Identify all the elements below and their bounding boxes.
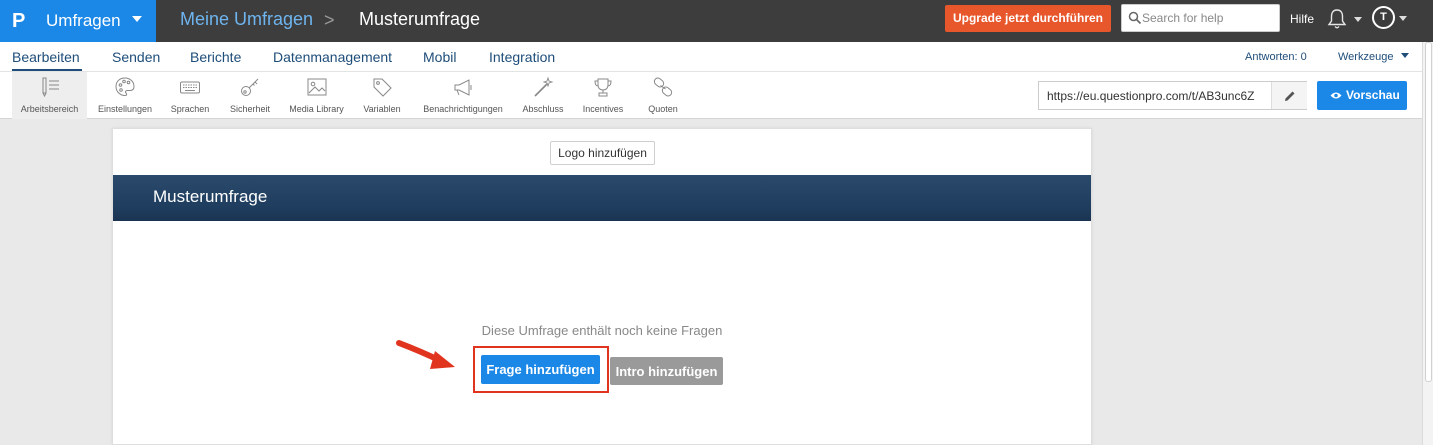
avatar[interactable]: T (1372, 6, 1395, 29)
breadcrumb-current-survey: Musterumfrage (359, 9, 481, 29)
toolbar-notifications[interactable]: Benachrichtigungen (415, 72, 511, 119)
add-intro-button[interactable]: Intro hinzufügen (610, 357, 723, 385)
link-icon (653, 77, 673, 97)
product-name: Umfragen (46, 11, 121, 30)
product-switcher[interactable]: P Umfragen (0, 0, 156, 42)
help-link[interactable]: Hilfe (1290, 12, 1314, 26)
scrollbar-thumb[interactable] (1425, 42, 1432, 382)
tab-mobil[interactable]: Mobil (423, 49, 456, 65)
preview-label: Vorschau (1346, 88, 1400, 102)
toolbar-label: Arbeitsbereich (20, 104, 79, 114)
toolbar-incentives[interactable]: Incentives (576, 72, 630, 119)
notifications-chevron-down-icon[interactable] (1354, 17, 1362, 22)
toolbar-label: Quoten (648, 104, 678, 114)
main-nav: Bearbeiten Senden Berichte Datenmanageme… (0, 42, 1422, 72)
tab-bearbeiten[interactable]: Bearbeiten (12, 49, 80, 65)
survey-url-box (1038, 81, 1307, 110)
bell-icon[interactable] (1325, 7, 1349, 31)
tab-senden[interactable]: Senden (112, 49, 160, 65)
toolbar-label: Abschluss (522, 104, 564, 114)
toolbar-media-library[interactable]: Media Library (283, 72, 350, 119)
toolbar-label: Variablen (363, 104, 401, 114)
trophy-icon (594, 78, 612, 97)
magic-wand-icon (534, 76, 554, 97)
tab-integration[interactable]: Integration (489, 49, 555, 65)
key-icon (241, 78, 259, 96)
annotation-arrow-icon (396, 340, 455, 369)
breadcrumb-my-surveys[interactable]: Meine Umfragen (180, 9, 313, 30)
tools-menu-label: Werkzeuge (1338, 51, 1394, 63)
toolbar-label: Einstellungen (97, 104, 153, 114)
keyboard-icon (180, 81, 200, 94)
empty-state-message: Diese Umfrage enthält noch keine Fragen (481, 323, 723, 338)
survey-canvas: Logo hinzufügen Musterumfrage Diese Umfr… (112, 128, 1092, 445)
toolbar-label: Sicherheit (229, 104, 271, 114)
tag-icon (373, 78, 392, 97)
active-tab-indicator (12, 69, 82, 71)
toolbar-label: Media Library (289, 104, 344, 114)
account-chevron-down-icon[interactable] (1399, 16, 1407, 21)
toolbar-label: Incentives (582, 104, 624, 114)
toolbar-variables[interactable]: Variablen (356, 72, 408, 119)
search-icon (1128, 11, 1142, 25)
toolbar-label: Benachrichtigungen (423, 104, 503, 114)
page-scrollbar[interactable] (1422, 42, 1433, 445)
tab-datenmanagement[interactable]: Datenmanagement (273, 49, 392, 65)
eye-icon (1330, 92, 1342, 99)
toolbar-security[interactable]: Sicherheit (223, 72, 277, 119)
help-search[interactable] (1121, 4, 1280, 32)
add-question-button[interactable]: Frage hinzufügen (481, 355, 600, 384)
chevron-down-icon (1400, 53, 1409, 58)
toolbar-settings[interactable]: Einstellungen (91, 72, 159, 119)
responses-count[interactable]: Antworten: 0 (1245, 51, 1307, 63)
preview-button[interactable]: Vorschau (1317, 81, 1407, 110)
tab-berichte[interactable]: Berichte (190, 49, 241, 65)
upgrade-button[interactable]: Upgrade jetzt durchführen (945, 5, 1111, 32)
survey-url-field[interactable] (1047, 88, 1272, 104)
toolbar-quotas[interactable]: Quoten (636, 72, 690, 119)
megaphone-icon (454, 79, 472, 96)
toolbar-languages[interactable]: Sprachen (163, 72, 217, 119)
add-logo-button[interactable]: Logo hinzufügen (550, 141, 655, 165)
survey-title[interactable]: Musterumfrage (153, 187, 267, 207)
editor-toolbar: Arbeitsbereich Einstellungen Sprachen Si… (0, 72, 1422, 119)
top-bar: P Umfragen Meine Umfragen > Musterumfrag… (0, 0, 1433, 42)
toolbar-completion[interactable]: Abschluss (516, 72, 570, 119)
toolbar-workspace[interactable]: Arbeitsbereich (12, 72, 87, 119)
image-icon (307, 78, 326, 96)
edit-url-button[interactable] (1271, 82, 1307, 109)
toolbar-label: Sprachen (170, 104, 210, 114)
workspace-icon (42, 77, 59, 98)
chevron-down-icon (132, 16, 142, 22)
search-input[interactable] (1142, 9, 1276, 27)
breadcrumb-separator: > (324, 10, 335, 30)
pencil-icon (1285, 91, 1295, 101)
questionpro-logo-icon: P (12, 10, 26, 32)
palette-icon (115, 77, 135, 97)
tools-menu[interactable]: Werkzeuge (1338, 51, 1409, 63)
survey-header[interactable]: Musterumfrage (113, 175, 1091, 221)
